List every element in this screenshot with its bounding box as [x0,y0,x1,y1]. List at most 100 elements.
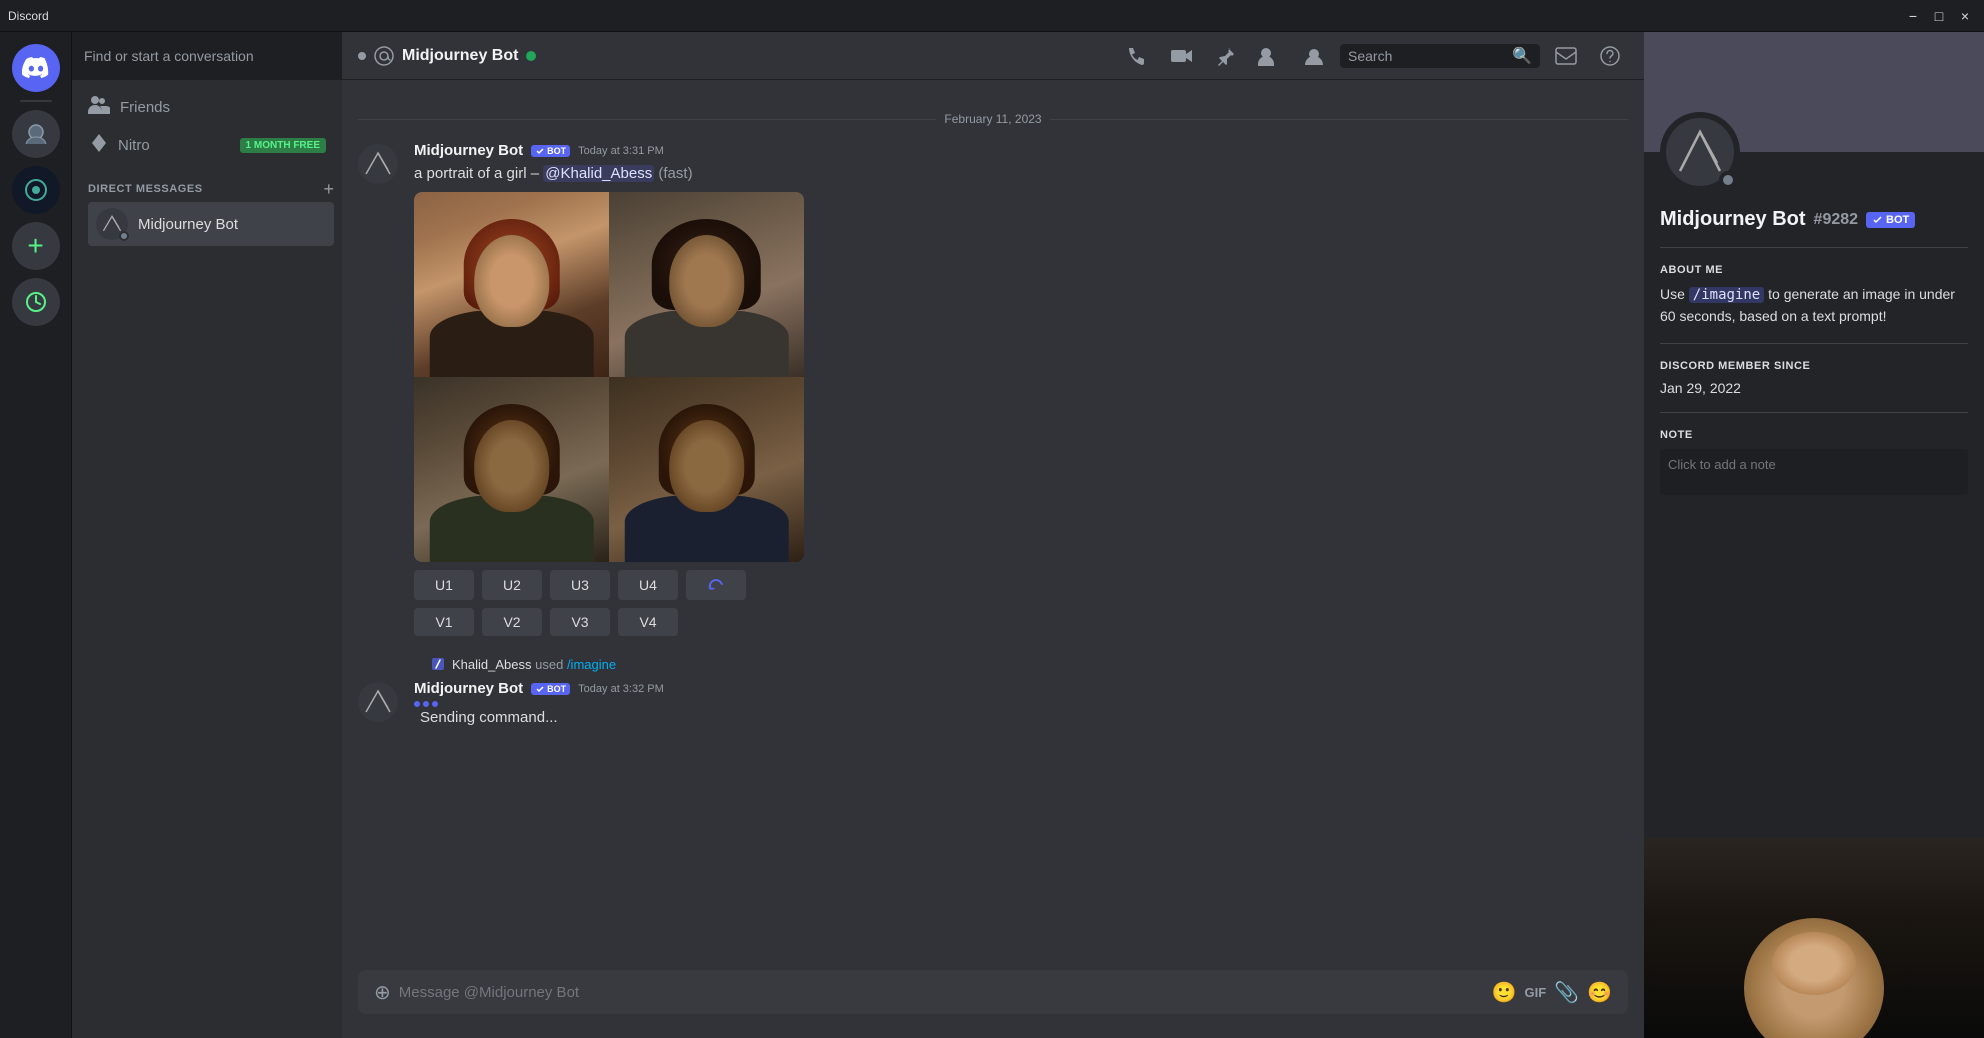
v2-button[interactable]: V2 [482,608,542,636]
v4-button[interactable]: V4 [618,608,678,636]
video-person [1744,918,1884,1038]
date-divider-text: February 11, 2023 [944,112,1041,126]
add-friend-button[interactable] [1252,38,1288,74]
date-divider: February 11, 2023 [358,112,1628,126]
midjourney-dm-label: Midjourney Bot [138,216,238,233]
chat-search-input[interactable] [1348,48,1508,64]
profile-name: Midjourney Bot [1660,208,1806,231]
action-buttons-row-2: V1 V2 V3 V4 [414,608,1628,636]
call-button[interactable] [1120,38,1156,74]
video-button[interactable] [1164,38,1200,74]
chat-message-input[interactable] [399,972,1484,1013]
help-button[interactable] [1592,38,1628,74]
message-speed: (fast) [658,165,692,182]
midjourney-avatar [96,208,128,240]
message-mention: @Khalid_Abess [543,165,654,182]
server-icon-2[interactable] [12,166,60,214]
face-1 [443,211,580,378]
video-content [1644,838,1984,1038]
profile-avatar-large [1660,112,1740,192]
nitro-label: Nitro [118,137,150,154]
profile-body: Midjourney Bot #9282 BOT ABOUT ME Use /i… [1644,152,1984,516]
pin-button[interactable] [1208,38,1244,74]
gif-icon[interactable]: GIF [1525,985,1547,1000]
member-since-section: DISCORD MEMBER SINCE Jan 29, 2022 [1660,343,1968,396]
emoji-icon[interactable]: 😊 [1587,980,1612,1005]
action-buttons-row-1: U1 U2 U3 U4 [414,570,1628,600]
discord-home-icon[interactable] [12,44,60,92]
emoji-people-icon[interactable]: 🙂 [1492,980,1517,1005]
message-header-1: Midjourney Bot BOT Today at 3:31 PM [414,142,1628,159]
chat-input-box: ⊕ 🙂 GIF 📎 😊 [358,970,1628,1014]
dot-1 [414,701,420,707]
friends-label: Friends [120,99,170,116]
message-text-before: a portrait of a girl [414,165,527,182]
chat-area: Midjourney Bot [342,32,1644,1038]
u1-button[interactable]: U1 [414,570,474,600]
nitro-icon [88,132,110,158]
message-author-1: Midjourney Bot [414,142,523,159]
profile-bot-badge: BOT [1866,212,1915,228]
u3-button[interactable]: U3 [550,570,610,600]
nitro-free-badge: 1 MONTH FREE [240,138,326,153]
title-bar: Discord − □ × [0,0,1984,32]
hide-profile-button[interactable] [1296,38,1332,74]
message-content-1: a portrait of a girl – @Khalid_Abess (fa… [414,163,1628,184]
maximize-button[interactable]: □ [1928,5,1950,27]
portrait-image-2 [609,192,804,377]
message-avatar-2 [358,682,398,722]
search-icon: 🔍 [1512,46,1532,66]
inbox-button[interactable] [1548,38,1584,74]
message-body-2: Midjourney Bot BOT Today at 3:32 PM [414,680,1628,728]
header-actions: 🔍 [1120,38,1628,74]
server-icon-add[interactable]: + [12,222,60,270]
add-attachment-icon[interactable]: ⊕ [374,980,391,1005]
dm-item-midjourney[interactable]: Midjourney Bot [88,202,334,246]
v1-button[interactable]: V1 [414,608,474,636]
u2-button[interactable]: U2 [482,570,542,600]
used-command-text: Khalid_Abess used /imagine [452,657,616,672]
explore-icon[interactable] [12,278,60,326]
bot-header-icon [358,52,366,60]
u4-button[interactable]: U4 [618,570,678,600]
direct-messages-section: DIRECT MESSAGES + Midjourney Bot [72,164,342,251]
dot-2 [423,701,429,707]
nitro-nav-item[interactable]: Nitro 1 MONTH FREE [80,126,334,164]
icon-sidebar: + [0,32,72,1038]
midjourney-status-dot [119,231,129,241]
add-dm-button[interactable]: + [323,180,334,198]
refresh-button[interactable] [686,570,746,600]
sending-text: Sending command... [420,709,558,726]
message-time-2: Today at 3:32 PM [578,683,664,695]
sticker-icon[interactable]: 📎 [1554,980,1579,1005]
minimize-button[interactable]: − [1902,5,1924,27]
about-me-title: ABOUT ME [1660,264,1968,276]
portrait-image-3 [414,377,609,562]
app-title: Discord [8,9,49,23]
member-since-title: DISCORD MEMBER SINCE [1660,360,1968,372]
dm-sidebar: Find or start a conversation Friends Nit… [72,32,342,1038]
find-conversation-input[interactable]: Find or start a conversation [72,32,342,80]
friends-nav-item[interactable]: Friends [80,88,334,126]
chat-search-box[interactable]: 🔍 [1340,44,1540,68]
portrait-image-4 [609,377,804,562]
chat-header-name: Midjourney Bot [402,47,518,65]
chat-status-indicator [526,51,536,61]
friends-icon [88,96,110,118]
window-controls: − □ × [1902,5,1976,27]
server-icon-1[interactable] [12,110,60,158]
note-title: NOTE [1660,429,1968,441]
dot-3 [432,701,438,707]
imagine-code: /imagine [1689,287,1764,303]
profile-sidebar: Midjourney Bot #9282 BOT ABOUT ME Use /i… [1644,32,1984,1038]
about-me-section: ABOUT ME Use /imagine to generate an ima… [1660,247,1968,327]
note-textarea[interactable] [1660,449,1968,495]
member-since-date: Jan 29, 2022 [1660,380,1968,396]
note-section: NOTE [1660,412,1968,500]
chat-header: Midjourney Bot [342,32,1644,80]
used-command-notice: Khalid_Abess used /imagine [358,652,1628,672]
face-3 [443,396,580,563]
close-button[interactable]: × [1954,5,1976,27]
v3-button[interactable]: V3 [550,608,610,636]
generated-image-grid [414,192,804,562]
